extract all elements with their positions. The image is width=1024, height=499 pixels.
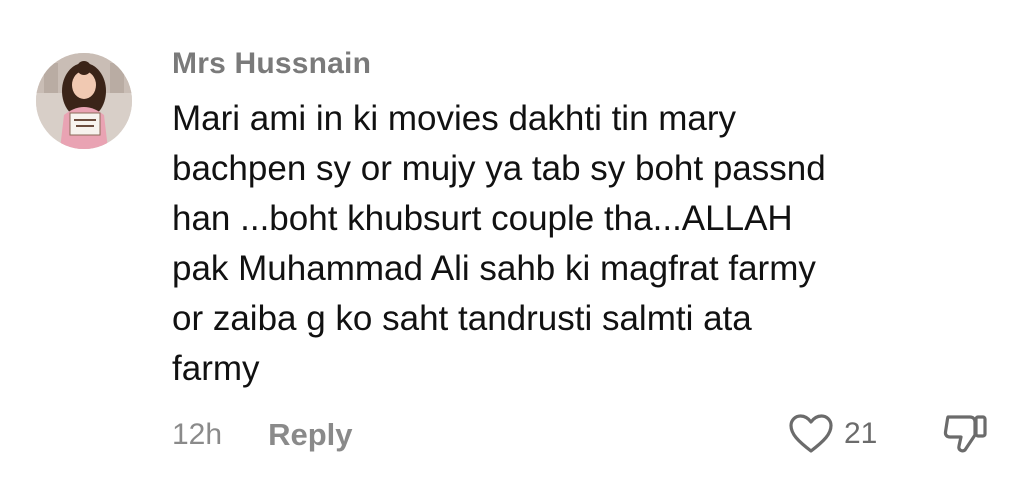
avatar-image <box>36 53 132 149</box>
comment-item: Mrs Hussnain Mari ami in ki movies dakht… <box>0 0 1024 499</box>
reply-button[interactable]: Reply <box>268 417 352 453</box>
like-button[interactable]: 21 <box>788 411 877 457</box>
comment-meta: 12h Reply <box>172 413 352 457</box>
thumbs-down-outline-icon <box>943 415 987 453</box>
comment-timestamp: 12h <box>172 418 223 451</box>
avatar[interactable] <box>36 53 132 149</box>
heart-outline-icon <box>789 414 833 453</box>
comment-text: Mari ami in ki movies dakhti tin mary ba… <box>172 99 826 388</box>
like-count: 21 <box>844 417 878 450</box>
dislike-button[interactable] <box>940 408 990 458</box>
comment-username[interactable]: Mrs Hussnain <box>172 47 371 81</box>
